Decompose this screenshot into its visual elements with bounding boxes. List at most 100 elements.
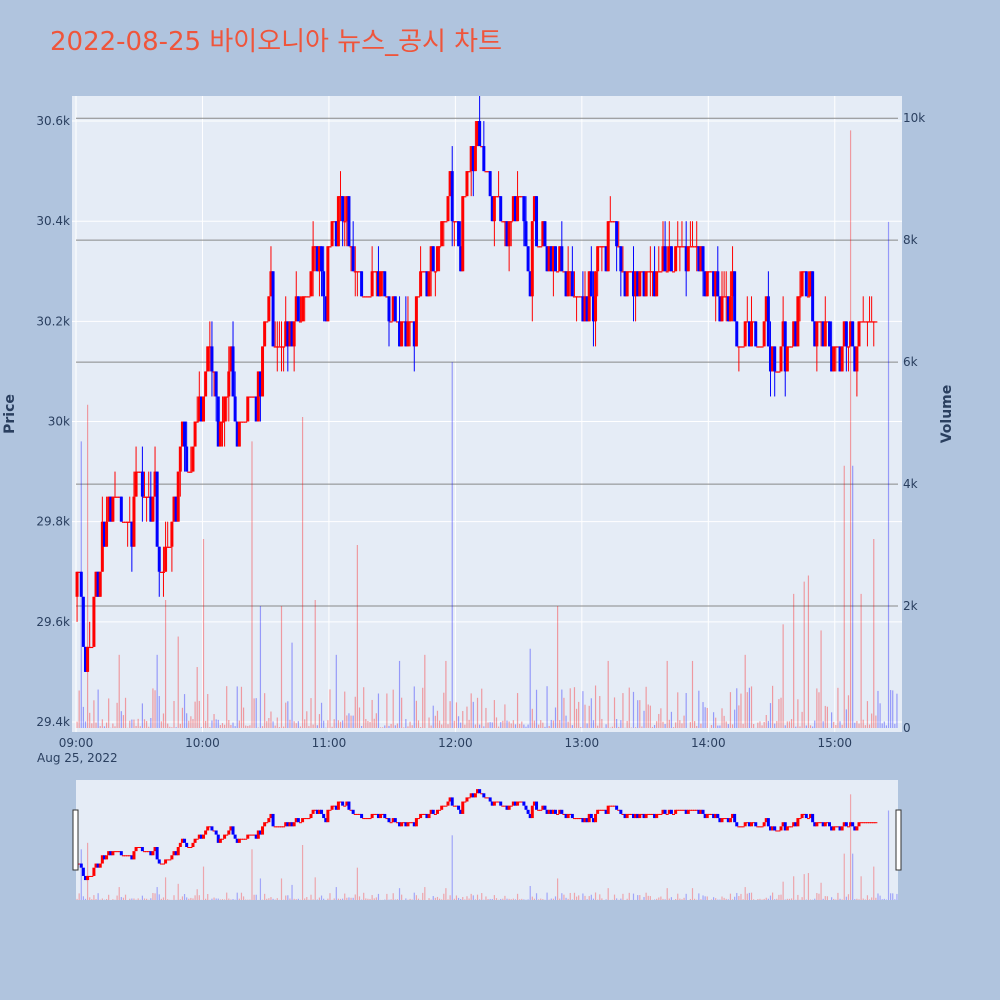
range-slider-left-handle[interactable] <box>72 809 79 871</box>
volume-tick-label: 0 <box>903 721 911 735</box>
slider-candle <box>233 834 237 839</box>
slider-candle <box>560 809 564 814</box>
slider-candle <box>615 805 619 810</box>
price-tick-label: 29.6k <box>36 615 70 629</box>
candle-body <box>828 321 831 347</box>
slider-candle <box>220 838 224 840</box>
candle-body <box>655 271 659 297</box>
candle-body <box>98 571 102 597</box>
candle-body <box>86 646 90 672</box>
candle-body <box>233 396 237 422</box>
candle-body <box>516 196 520 222</box>
slider-candle <box>669 809 673 814</box>
slider-candle <box>467 797 471 799</box>
slider-candle <box>478 789 482 794</box>
candle-body <box>554 246 557 272</box>
slider-candle <box>446 801 450 806</box>
candle-body <box>193 421 197 447</box>
slider-candle <box>844 822 848 827</box>
volume-tick-label: 6k <box>903 355 918 369</box>
candle-body <box>705 271 709 297</box>
slider-candle <box>851 822 855 827</box>
candle-body <box>851 321 855 347</box>
slider-candle <box>298 822 302 824</box>
slider-candle <box>804 813 808 819</box>
slider-candle <box>351 809 355 814</box>
candle-body <box>189 471 193 473</box>
slider-candle <box>438 809 442 811</box>
slider-candle <box>98 863 102 868</box>
candle-body <box>168 546 172 548</box>
candle-body <box>535 196 539 247</box>
candle-body <box>855 346 859 372</box>
slider-candle <box>530 805 534 819</box>
candle-body <box>457 221 461 247</box>
price-tick-label: 30.6k <box>36 114 70 128</box>
slider-candle <box>296 818 300 823</box>
candle-body <box>743 321 747 347</box>
slider-candle <box>387 818 391 823</box>
candle-body <box>204 371 208 397</box>
candle-body <box>81 596 85 647</box>
slider-candle <box>151 851 155 856</box>
slider-candle <box>202 834 206 839</box>
candle-body <box>271 271 275 347</box>
volume-tick-label: 2k <box>903 599 918 613</box>
candle-body <box>227 371 231 397</box>
candle-body <box>777 371 781 373</box>
slider-candle <box>461 801 465 814</box>
slider-candle <box>161 863 165 865</box>
slider-candle <box>846 826 850 828</box>
slider-candle <box>309 813 313 819</box>
candle-body <box>796 296 800 347</box>
candle-body <box>292 321 296 347</box>
slider-candle <box>840 826 844 831</box>
candle-body <box>237 421 241 447</box>
candle-body <box>75 571 79 597</box>
slider-candle <box>204 830 208 835</box>
candle-body <box>406 321 410 347</box>
y2-axis-title: Volume <box>939 385 955 444</box>
candle-body <box>368 296 372 298</box>
volume-tick-label: 4k <box>903 477 918 491</box>
candle-body <box>246 396 250 422</box>
slider-candle <box>195 838 199 840</box>
candle-body <box>220 421 224 423</box>
candle-body <box>438 246 442 248</box>
slider-candle <box>773 826 777 831</box>
candle-body <box>526 246 530 272</box>
candle-body <box>244 421 248 423</box>
candle-body <box>463 196 467 198</box>
slider-candle <box>343 805 347 807</box>
candle-body <box>267 296 271 322</box>
candle-body <box>343 221 347 223</box>
slider-candle <box>185 842 189 848</box>
slider-candle <box>556 813 560 815</box>
candle-body <box>644 271 648 297</box>
candle-body <box>606 221 610 272</box>
slider-candle <box>733 813 737 823</box>
slider-candle <box>191 842 195 848</box>
slider-candle <box>157 859 161 864</box>
candle-body <box>665 271 669 273</box>
slider-candle <box>341 801 345 806</box>
chart-title: 2022-08-25 바이오니아 뉴스_공시 차트 <box>50 27 502 57</box>
candle-body <box>341 196 345 222</box>
slider-candle <box>282 826 286 828</box>
candle-body <box>351 246 355 272</box>
candle-body <box>663 246 667 272</box>
slider-candle <box>427 813 431 819</box>
slider-candle <box>488 797 492 802</box>
range-slider-right-handle[interactable] <box>895 809 902 871</box>
slider-candle <box>214 830 218 835</box>
candle-body <box>191 446 195 472</box>
candle-body <box>79 571 83 597</box>
slider-candle <box>806 818 810 820</box>
candle-body <box>488 171 492 197</box>
slider-candle <box>105 855 109 860</box>
candle-body <box>560 246 564 272</box>
price-axis: 29.4k 29.6k 29.8k 30k 30.2k 30.4k 30.6k <box>36 114 70 729</box>
price-tick-label: 30.4k <box>36 214 70 228</box>
candle-body <box>105 521 109 547</box>
candle-body <box>846 346 850 348</box>
